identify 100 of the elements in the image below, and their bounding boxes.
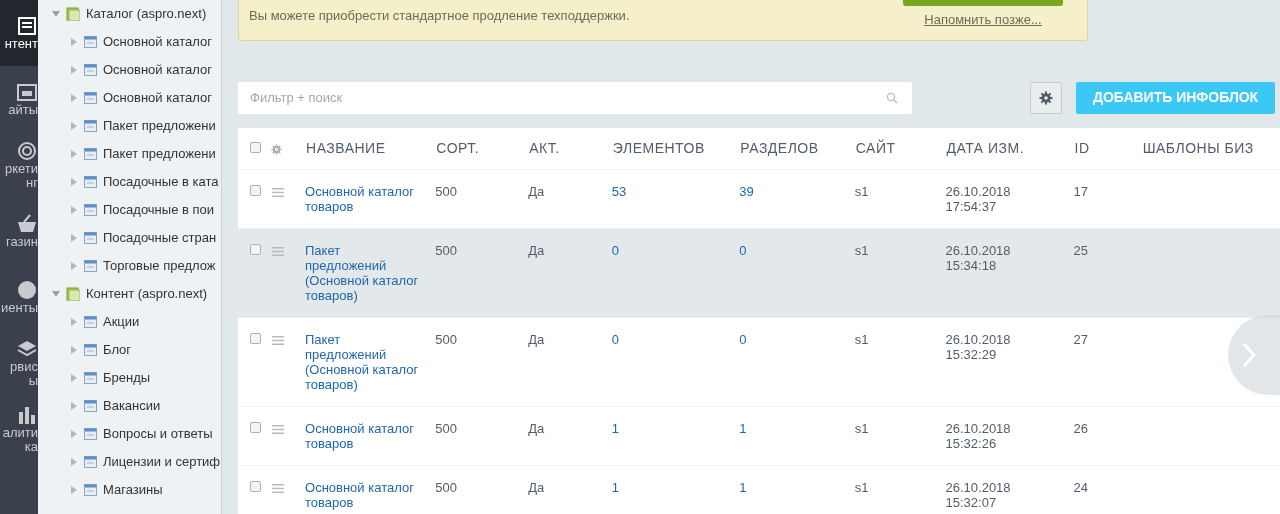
filter-search-field[interactable]: Фильтр + поиск [238,81,912,114]
table-cell: s1 [854,421,869,436]
column-header[interactable]: НАЗВАНИЕ [306,139,386,156]
tree-item[interactable]: Вакансии [38,392,221,420]
expand-arrow-icon[interactable] [70,66,78,74]
count-link[interactable]: 1 [611,480,728,495]
column-header[interactable]: СОРТ. [436,139,480,156]
count-link[interactable]: 53 [611,184,728,199]
table-cell: 500 [435,332,458,347]
nav-item[interactable]: иенты [0,264,38,330]
tree-item[interactable]: Посадочные в пои [38,196,221,224]
infoblock-link[interactable]: Основной каталог товаров [305,480,424,510]
expand-arrow-icon[interactable] [70,94,78,102]
count-link[interactable]: 1 [739,421,843,436]
tree-item[interactable]: Основной каталог [38,56,221,84]
settings-icon[interactable] [271,143,283,155]
drag-handle-icon[interactable] [272,188,284,198]
collapse-arrow-icon[interactable] [52,10,60,18]
tree-item[interactable]: Посадочные в ката [38,168,221,196]
table-cell: 500 [435,480,458,495]
table-cell: 500 [435,184,458,199]
table-cell: 500 [435,243,458,258]
expand-arrow-icon[interactable] [70,430,78,438]
expand-arrow-icon[interactable] [70,486,78,494]
expand-arrow-icon[interactable] [70,374,78,382]
row-checkbox[interactable] [250,333,261,344]
column-header[interactable]: ШАБЛОНЫ БИЗ [1142,139,1254,156]
tree-item[interactable]: Основной каталог [38,84,221,112]
count-link[interactable]: 1 [739,480,843,495]
infoblock-icon [84,148,97,160]
column-header[interactable]: ЭЛЕМЕНТОВ [612,139,705,156]
row-checkbox[interactable] [250,422,261,433]
infoblock-link[interactable]: Основной каталог товаров [305,184,424,214]
tree-item[interactable]: Акции [38,308,221,336]
next-page-button[interactable] [1228,315,1280,395]
collapse-arrow-icon[interactable] [52,290,60,298]
tree-item[interactable]: Каталог (aspro.next) [38,0,221,28]
nav-item[interactable]: газин [0,198,38,264]
count-link[interactable]: 1 [611,421,728,436]
tree-item[interactable]: Вопросы и ответы [38,420,221,448]
nav-item[interactable]: айты [0,66,38,132]
tree-item[interactable]: Посадочные стран [38,224,221,252]
tree-item[interactable]: Торговые предлож [38,252,221,280]
tree-item[interactable]: Блог [38,336,221,364]
drag-handle-icon[interactable] [272,247,284,257]
column-header[interactable]: РАЗДЕЛОВ [740,139,819,156]
nav-item[interactable]: алити ка [0,396,38,462]
tree-item[interactable]: Лицензии и сертиф [38,448,221,476]
expand-arrow-icon[interactable] [70,402,78,410]
remind-later-link[interactable]: Напомнить позже... [924,10,1042,30]
column-header[interactable]: АКТ. [529,139,560,156]
expand-arrow-icon[interactable] [70,206,78,214]
infoblock-link[interactable]: Основной каталог товаров [305,421,424,451]
nav-item[interactable]: ркети нг [0,132,38,198]
infoblock-link[interactable]: Пакет предложений (Основной каталог товаров) [305,332,424,392]
row-checkbox[interactable] [250,481,261,492]
folder-icon [66,287,80,301]
tree-label: Пакет предложени [103,117,216,136]
tree-item[interactable]: Бренды [38,364,221,392]
tree-item[interactable]: Пакет предложени [38,112,221,140]
row-checkbox[interactable] [250,185,261,196]
tree-item[interactable]: Магазины [38,476,221,504]
column-header[interactable]: ID [1074,139,1090,156]
expand-arrow-icon[interactable] [70,150,78,158]
expand-arrow-icon[interactable] [70,346,78,354]
count-link[interactable]: 0 [611,243,728,258]
column-header[interactable]: ДАТА ИЗМ. [946,139,1025,156]
tree-item[interactable]: Контент (aspro.next) [38,280,221,308]
expand-arrow-icon[interactable] [70,262,78,270]
drag-handle-icon[interactable] [272,336,284,346]
infoblock-icon [84,428,97,440]
nav-item[interactable]: нтент [0,0,38,66]
row-checkbox[interactable] [250,244,261,255]
expand-arrow-icon[interactable] [70,234,78,242]
table-cell: Да [528,332,545,347]
expand-arrow-icon[interactable] [70,458,78,466]
expand-arrow-icon[interactable] [70,38,78,46]
tree-label: Посадочные стран [103,229,217,248]
column-header[interactable]: САЙТ [855,139,896,156]
tree-label: Основной каталог [103,33,212,52]
expand-arrow-icon[interactable] [70,178,78,186]
settings-button[interactable] [1030,81,1062,114]
folder-icon [66,7,80,21]
drag-handle-icon[interactable] [272,425,284,435]
tree-label: Акции [103,313,140,332]
table-cell: 27 [1073,332,1089,347]
document-icon [16,15,38,37]
count-link[interactable]: 0 [739,243,843,258]
infoblock-icon [84,456,97,468]
expand-arrow-icon[interactable] [70,318,78,326]
count-link[interactable]: 0 [611,332,728,347]
tree-item[interactable]: Основной каталог [38,28,221,56]
select-all-checkbox[interactable] [250,141,261,153]
drag-handle-icon[interactable] [272,484,284,494]
count-link[interactable]: 39 [739,184,843,199]
infoblock-link[interactable]: Пакет предложений (Основной каталог товаров) [305,243,424,303]
expand-arrow-icon[interactable] [70,122,78,130]
count-link[interactable]: 0 [739,332,843,347]
tree-item[interactable]: Пакет предложени [38,140,221,168]
nav-item[interactable]: рвис ы [0,330,38,396]
